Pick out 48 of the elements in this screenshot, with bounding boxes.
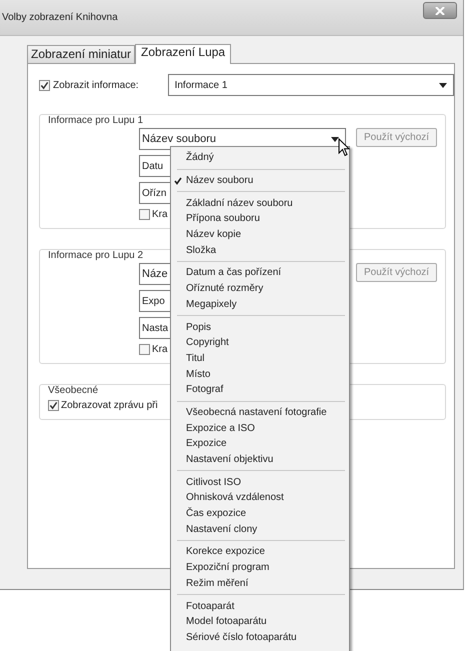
menu-item[interactable]: Žádný xyxy=(173,150,347,166)
group-title: Informace pro Lupu 2 xyxy=(46,250,146,261)
menu-item[interactable]: Čas expozice xyxy=(173,506,347,522)
close-button[interactable] xyxy=(423,2,457,19)
menu-item[interactable]: Expozice a ISO xyxy=(173,420,347,436)
close-icon xyxy=(435,6,445,14)
checkbox-label: Kra xyxy=(152,209,168,220)
menu-item[interactable]: Korekce expozice xyxy=(173,544,347,560)
menu-item[interactable]: Copyright xyxy=(173,334,347,351)
checkbox-label: Kra xyxy=(152,344,168,355)
menu-item[interactable]: Nastavení clony xyxy=(173,521,347,538)
dropdown-arrow-icon xyxy=(439,82,447,88)
tab[interactable]: Zobrazení Lupa xyxy=(135,44,232,64)
menu-item[interactable]: Složka xyxy=(173,242,347,258)
menu-item[interactable]: Popis xyxy=(173,319,347,335)
checkbox-label: Zobrazovat zprávu při xyxy=(61,400,158,411)
menu-item[interactable]: Přípona souboru xyxy=(173,211,347,227)
info-select[interactable]: Informace 1 xyxy=(168,74,454,96)
mouse-pointer-icon xyxy=(338,138,350,157)
menu-item[interactable]: Megapixely xyxy=(173,296,347,312)
menu-item[interactable]: Místo xyxy=(173,366,347,382)
group-title: Všeobecné xyxy=(46,385,100,396)
menu-item[interactable]: Citlivost ISO xyxy=(173,474,347,490)
group-title: Informace pro Lupu 1 xyxy=(46,115,146,126)
window-title: Volby zobrazení Knihovna xyxy=(2,12,118,23)
checkbox-label: Zobrazit informace: xyxy=(53,80,139,90)
menu-item[interactable]: Model fotoaparátu xyxy=(173,614,347,630)
menu-item[interactable]: Režim měření xyxy=(173,576,347,592)
menu-item[interactable]: Nastavení objektivu xyxy=(173,452,347,468)
menu-item[interactable]: Expoziční program xyxy=(173,560,347,576)
menu-item[interactable]: Název souboru xyxy=(173,172,347,188)
checkbox[interactable] xyxy=(48,400,59,411)
tab[interactable]: Zobrazení miniatur xyxy=(27,45,136,63)
checkbox[interactable] xyxy=(39,80,50,90)
menu-item[interactable]: Expozice xyxy=(173,436,347,452)
checkbox[interactable] xyxy=(139,344,150,355)
dropdown-arrow-icon xyxy=(331,136,339,142)
menu-item[interactable]: Všeobecná nastavení fotografie xyxy=(173,404,347,420)
menu-item[interactable]: Datum a čas pořízení xyxy=(173,265,347,281)
menu-item[interactable]: Fotograf xyxy=(173,382,347,398)
menu-item[interactable]: Titul xyxy=(173,350,347,366)
menu-item[interactable]: Název kopie xyxy=(173,226,347,242)
checkbox[interactable] xyxy=(139,209,150,220)
menu-item[interactable]: Sériové číslo fotoaparátu xyxy=(173,630,347,646)
menu-item[interactable]: Základní název souboru xyxy=(173,195,347,212)
menu-item[interactable]: Fotoaparát xyxy=(173,598,347,614)
menu-item[interactable]: Oříznuté rozměry xyxy=(173,280,347,296)
menu-item[interactable]: Ohnisková vzdálenost xyxy=(173,490,347,506)
